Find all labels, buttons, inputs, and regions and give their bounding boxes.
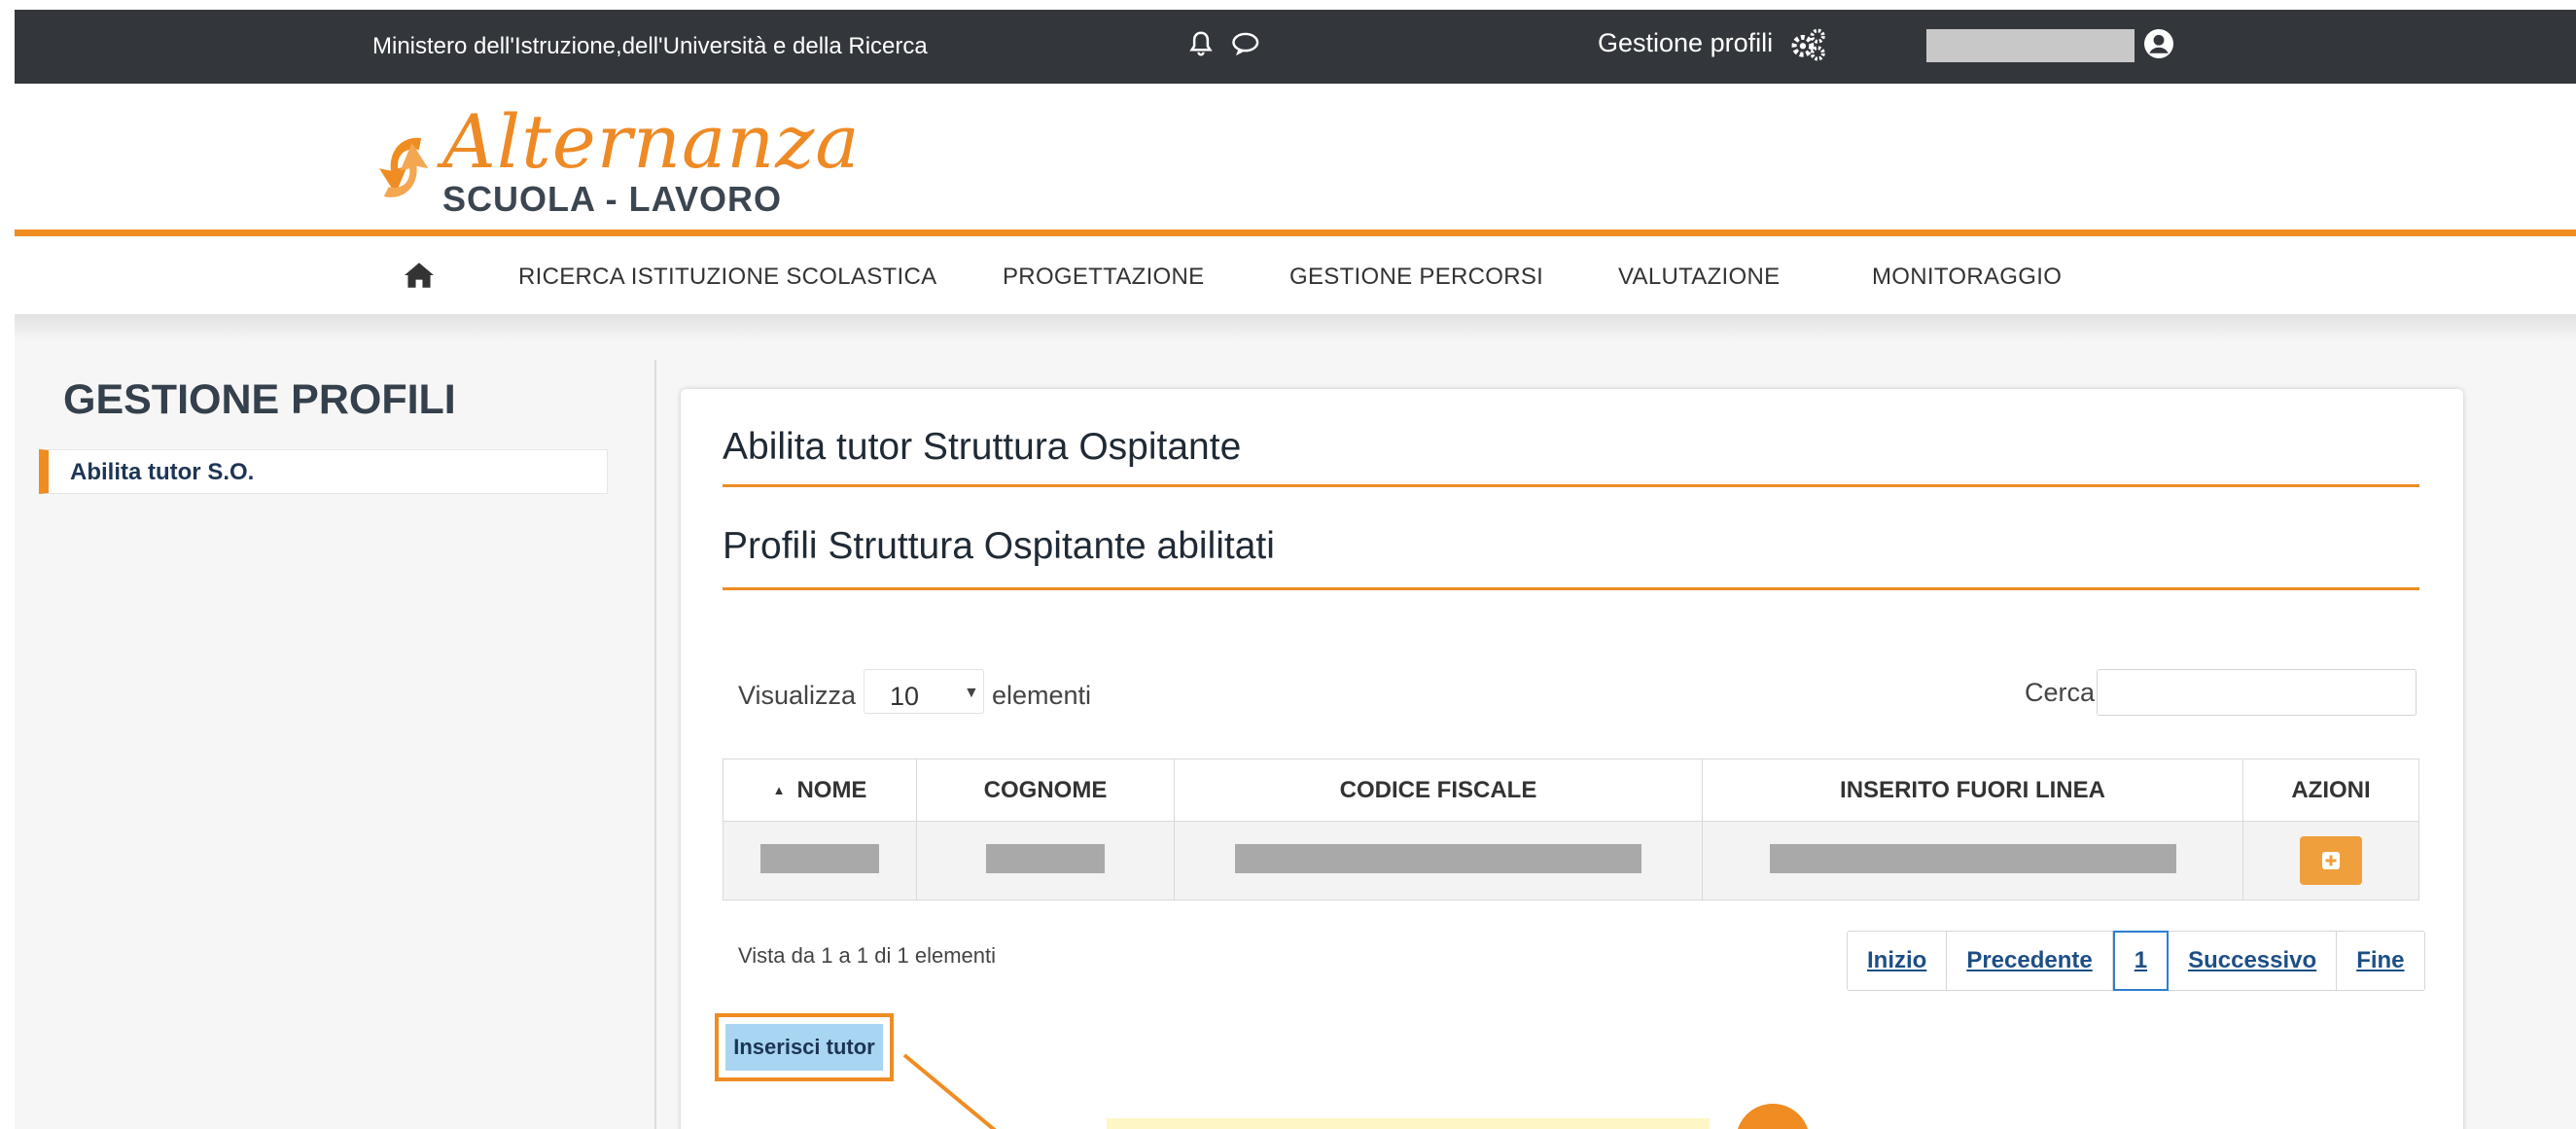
bell-icon[interactable] [1186, 29, 1216, 58]
highlight-frame: Inserisci tutor [715, 1013, 894, 1081]
table-row [723, 821, 2419, 900]
nav-item-progettazione[interactable]: PROGETTAZIONE [1003, 264, 1204, 291]
logo-subtitle: SCUOLA - LAVORO [442, 179, 782, 219]
nav-shadow [15, 314, 2576, 341]
cell-cognome [916, 821, 1175, 900]
page-title: Abilita tutor Struttura Ospitante [723, 426, 1242, 468]
redacted-value [1235, 843, 1641, 873]
length-suffix: elementi [992, 681, 1092, 710]
user-circle-icon[interactable] [2141, 26, 2176, 61]
chevron-down-icon: ▼ [964, 685, 979, 701]
profile-management-label[interactable]: Gestione profili [1598, 28, 1773, 58]
callout-box [1107, 1118, 1710, 1129]
logo-title[interactable]: Alternanza [442, 105, 861, 179]
cell-nome [723, 821, 917, 900]
sidebar-item-abilita-tutor[interactable]: Abilita tutor S.O. [39, 449, 608, 494]
table-info: Vista da 1 a 1 di 1 elementi [738, 943, 996, 968]
title-divider [723, 484, 2419, 487]
site-header: Alternanza SCUOLA - LAVORO [15, 84, 2576, 229]
nav-item-valutazione[interactable]: VALUTAZIONE [1618, 264, 1780, 291]
redacted-value [986, 843, 1105, 873]
callout-line [902, 1053, 997, 1129]
cell-azioni [2242, 821, 2419, 900]
tutor-table: ▲ NOME COGNOME CODICE FISCALE INSERITO FU… [723, 759, 2419, 900]
length-label: Visualizza [738, 681, 857, 710]
ministry-label: Ministero dell'Istruzione,dell'Universit… [372, 33, 928, 59]
page-last[interactable]: Fine [2337, 932, 2423, 990]
home-icon[interactable] [402, 261, 437, 290]
table-header-row: ▲ NOME COGNOME CODICE FISCALE INSERITO FU… [723, 759, 2419, 822]
nav-item-ricerca[interactable]: RICERCA ISTITUZIONE SCOLASTICA [518, 264, 936, 291]
main-nav: RICERCA ISTITUZIONE SCOLASTICA PROGETTAZ… [15, 236, 2576, 314]
sort-asc-icon: ▲ [772, 782, 786, 797]
column-header-cognome[interactable]: COGNOME [916, 759, 1175, 822]
sidebar-title: GESTIONE PROFILI [63, 376, 456, 423]
column-header-codice-fiscale[interactable]: CODICE FISCALE [1174, 759, 1703, 822]
sidebar-divider [654, 360, 656, 1129]
redacted-value [1769, 843, 2176, 873]
section-title: Profili Struttura Ospitante abilitati [723, 525, 1275, 567]
cell-inserito-fuori-linea [1702, 821, 2243, 900]
page-next[interactable]: Successivo [2169, 932, 2338, 990]
nav-item-gestione-percorsi[interactable]: GESTIONE PERCORSI [1289, 264, 1543, 291]
redacted-value [760, 843, 879, 873]
logo-arrows-icon[interactable] [368, 126, 438, 208]
insert-tutor-button[interactable]: Inserisci tutor [725, 1024, 883, 1071]
content-card: Abilita tutor Struttura Ospitante Profil… [681, 389, 2463, 1129]
column-label: NOME [796, 776, 867, 803]
gears-icon[interactable] [1789, 27, 1826, 62]
sidebar-item-label: Abilita tutor S.O. [70, 459, 255, 485]
pagination: Inizio Precedente 1 Successivo Fine [1847, 931, 2425, 991]
add-action-button[interactable] [2300, 836, 2362, 885]
search-label: Cerca: [2025, 678, 2102, 707]
page-current[interactable]: 1 [2112, 931, 2170, 991]
section-divider [723, 587, 2419, 590]
search-input[interactable] [2097, 669, 2417, 716]
header-divider [15, 229, 2576, 236]
column-header-inserito-fuori-linea[interactable]: INSERITO FUORI LINEA [1702, 759, 2243, 822]
top-bar: Ministero dell'Istruzione,dell'Universit… [15, 10, 2576, 84]
page-first[interactable]: Inizio [1848, 932, 1948, 990]
cell-codice-fiscale [1174, 821, 1703, 900]
nav-item-monitoraggio[interactable]: MONITORAGGIO [1872, 264, 2062, 291]
chat-icon[interactable] [1231, 31, 1262, 58]
plus-square-icon [2322, 852, 2340, 869]
page-length-value: 10 [890, 682, 920, 711]
app-frame: Ministero dell'Istruzione,dell'Universit… [15, 10, 2576, 1129]
column-header-nome[interactable]: ▲ NOME [723, 759, 917, 822]
username-redacted [1926, 29, 2135, 62]
page-length-select[interactable]: 10 ▼ [864, 669, 984, 714]
page-previous[interactable]: Precedente [1947, 932, 2113, 990]
column-header-azioni[interactable]: AZIONI [2242, 759, 2419, 822]
